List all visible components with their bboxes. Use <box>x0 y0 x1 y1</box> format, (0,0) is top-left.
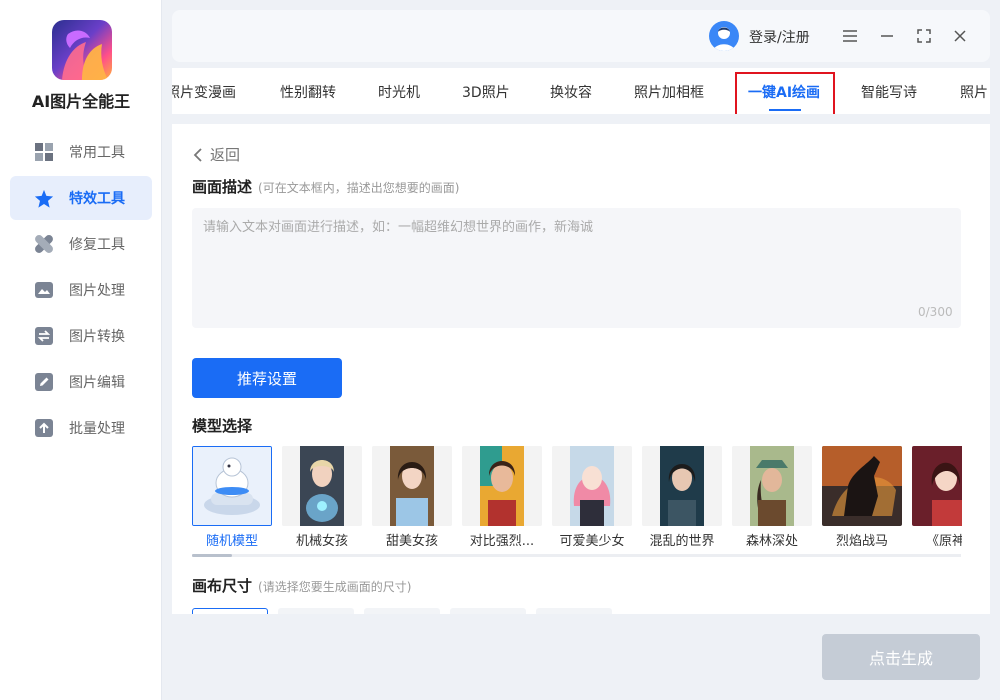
model-thumbnail <box>732 446 812 526</box>
image-icon <box>34 280 54 300</box>
model-card-genshin[interactable]: 《原神》 <box>912 446 962 546</box>
model-card-cute-girl[interactable]: 可爱美少女 <box>552 446 632 546</box>
model-thumbnail <box>462 446 542 526</box>
recommend-settings-button[interactable]: 推荐设置 <box>192 358 342 398</box>
tab-photo-more[interactable]: 照片 <box>960 82 988 102</box>
model-thumbnail <box>372 446 452 526</box>
chevron-left-icon <box>193 147 202 162</box>
swap-icon <box>34 326 54 346</box>
model-card-flame-horse[interactable]: 烈焰战马 <box>822 446 902 546</box>
sidebar: AI图片全能王 常用工具 特效工具 修复工具 图片处理 图片转换 图片编辑 批量… <box>0 0 162 700</box>
grid-icon <box>34 142 54 162</box>
close-icon[interactable] <box>950 26 970 46</box>
canvas-size-title-text: 画布尺寸 <box>192 577 253 595</box>
model-label: 森林深处 <box>745 534 798 546</box>
model-label: 可爱美少女 <box>559 534 625 546</box>
model-label: 随机模型 <box>205 534 258 546</box>
description-title-text: 画面描述 <box>192 178 253 196</box>
tab-highlight-box <box>735 72 835 114</box>
model-section-title: 模型选择 <box>192 417 253 435</box>
feature-tabs: 照片变漫画 性别翻转 时光机 3D照片 换妆容 照片加相框 一键AI绘画 智能写… <box>172 68 990 114</box>
user-avatar-icon[interactable] <box>709 21 739 51</box>
model-card-random[interactable]: 随机模型 <box>192 446 272 546</box>
model-card-sweet-girl[interactable]: 甜美女孩 <box>372 446 452 546</box>
model-thumbnail <box>822 446 902 526</box>
sidebar-item-label: 修复工具 <box>69 237 125 253</box>
sidebar-item-label: 批量处理 <box>69 421 125 437</box>
minimize-icon[interactable] <box>877 26 897 46</box>
model-thumbnail <box>912 446 962 526</box>
scrollbar-thumb[interactable] <box>192 554 232 557</box>
maximize-icon[interactable] <box>914 26 934 46</box>
tab-photo-frame[interactable]: 照片加相框 <box>634 82 704 102</box>
app-logo <box>52 20 112 80</box>
canvas-size-option[interactable] <box>364 608 440 614</box>
model-list: 随机模型 机械女孩 甜美女孩 对比强烈... 可爱美少女 混乱的世界 森林深处 … <box>192 446 962 546</box>
canvas-size-option[interactable] <box>278 608 354 614</box>
sidebar-item-batch-processing[interactable]: 批量处理 <box>10 406 152 450</box>
model-list-scrollbar[interactable] <box>192 554 961 557</box>
login-register-link[interactable]: 登录/注册 <box>749 27 810 47</box>
tab-smart-poem[interactable]: 智能写诗 <box>861 82 917 102</box>
sidebar-item-effects-tools[interactable]: 特效工具 <box>10 176 152 220</box>
tab-time-machine[interactable]: 时光机 <box>378 82 420 102</box>
sidebar-item-label: 特效工具 <box>69 191 125 207</box>
canvas-size-hint: (请选择您要生成画面的尺寸) <box>258 580 412 594</box>
back-button[interactable]: 返回 <box>192 144 240 165</box>
star-icon <box>34 188 54 208</box>
canvas-size-title: 画布尺寸 (请选择您要生成画面的尺寸) <box>192 575 411 596</box>
tab-makeup[interactable]: 换妆容 <box>550 82 592 102</box>
sidebar-item-common-tools[interactable]: 常用工具 <box>10 130 152 174</box>
sidebar-item-label: 常用工具 <box>69 145 125 161</box>
model-thumbnail <box>642 446 722 526</box>
tab-3d-photo[interactable]: 3D照片 <box>462 82 510 102</box>
edit-icon <box>34 372 54 392</box>
description-title: 画面描述 (可在文本框内，描述出您想要的画面) <box>192 176 459 197</box>
tab-gender-swap[interactable]: 性别翻转 <box>280 82 336 102</box>
model-thumbnail <box>192 446 272 526</box>
canvas-size-option[interactable] <box>450 608 526 614</box>
menu-icon[interactable] <box>840 26 860 46</box>
sidebar-nav: 常用工具 特效工具 修复工具 图片处理 图片转换 图片编辑 批量处理 <box>10 130 152 452</box>
model-thumbnail <box>552 446 632 526</box>
sidebar-item-image-convert[interactable]: 图片转换 <box>10 314 152 358</box>
description-input[interactable] <box>192 208 961 328</box>
tab-photo-to-comic[interactable]: 照片变漫画 <box>172 82 236 102</box>
sidebar-item-label: 图片转换 <box>69 329 125 345</box>
ai-painting-panel: 返回 画面描述 (可在文本框内，描述出您想要的画面) 0/300 推荐设置 模型选… <box>172 124 990 614</box>
title-bar: 登录/注册 <box>172 10 990 62</box>
model-card-mech-girl[interactable]: 机械女孩 <box>282 446 362 546</box>
bandage-icon <box>34 234 54 254</box>
app-name: AI图片全能王 <box>31 92 131 111</box>
description-hint: (可在文本框内，描述出您想要的画面) <box>258 181 460 195</box>
model-card-chaos-world[interactable]: 混乱的世界 <box>642 446 722 546</box>
model-label: 甜美女孩 <box>385 534 438 546</box>
sidebar-item-repair-tools[interactable]: 修复工具 <box>10 222 152 266</box>
generate-button[interactable]: 点击生成 <box>822 634 980 680</box>
model-thumbnail <box>282 446 362 526</box>
back-label: 返回 <box>210 146 241 164</box>
sidebar-item-label: 图片处理 <box>69 283 125 299</box>
sidebar-item-image-edit[interactable]: 图片编辑 <box>10 360 152 404</box>
sidebar-item-image-processing[interactable]: 图片处理 <box>10 268 152 312</box>
model-card-high-contrast[interactable]: 对比强烈... <box>462 446 542 546</box>
canvas-size-option[interactable] <box>192 608 268 614</box>
char-counter: 0/300 <box>918 305 953 319</box>
model-label: 《原神》 <box>925 534 962 546</box>
model-label: 机械女孩 <box>295 534 348 546</box>
sidebar-item-label: 图片编辑 <box>69 375 125 391</box>
model-card-deep-forest[interactable]: 森林深处 <box>732 446 812 546</box>
model-label: 对比强烈... <box>469 534 535 546</box>
canvas-size-option[interactable] <box>536 608 612 614</box>
model-label: 混乱的世界 <box>649 534 715 546</box>
upload-icon <box>34 418 54 438</box>
model-label: 烈焰战马 <box>835 534 888 546</box>
